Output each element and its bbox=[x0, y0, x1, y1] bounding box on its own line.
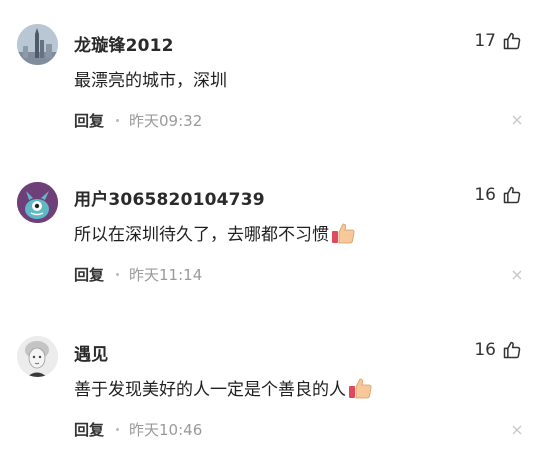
comment-item: 用户3065820104739 16 所以在深圳待久了，去哪都不习惯 回复 昨天… bbox=[0, 156, 550, 306]
separator-dot bbox=[116, 119, 120, 122]
like-counter[interactable]: 16 bbox=[474, 340, 522, 360]
cartoon-monster-icon bbox=[17, 182, 58, 223]
reply-button[interactable]: 回复 bbox=[74, 110, 104, 131]
thumbs-up-emoji-icon bbox=[349, 378, 372, 398]
username[interactable]: 龙璇锋2012 bbox=[74, 31, 174, 56]
comment-meta: 回复 昨天09:32 bbox=[74, 110, 202, 131]
avatar[interactable] bbox=[17, 336, 58, 377]
like-counter[interactable]: 17 bbox=[474, 31, 522, 51]
timestamp: 昨天11:14 bbox=[129, 266, 203, 284]
comment-text: 所以在深圳待久了，去哪都不习惯 bbox=[74, 220, 355, 245]
username[interactable]: 遇见 bbox=[74, 340, 108, 365]
comment-text-content: 所以在深圳待久了，去哪都不习惯 bbox=[74, 225, 329, 245]
thumbs-up-emoji-icon bbox=[332, 223, 355, 243]
comment-item: 遇见 16 善于发现美好的人一定是个善良的人 回复 昨天10:46 bbox=[0, 311, 550, 461]
thumbs-up-icon bbox=[503, 341, 521, 359]
avatar[interactable] bbox=[17, 182, 58, 223]
comment-text: 善于发现美好的人一定是个善良的人 bbox=[74, 375, 372, 400]
thumbs-up-icon bbox=[503, 186, 521, 204]
separator-dot bbox=[116, 273, 120, 276]
comment-text-content: 善于发现美好的人一定是个善良的人 bbox=[74, 380, 346, 400]
close-icon[interactable] bbox=[511, 269, 523, 281]
city-tower-icon bbox=[17, 24, 58, 65]
like-count: 16 bbox=[474, 340, 496, 360]
close-icon[interactable] bbox=[511, 114, 523, 126]
sketch-portrait-icon bbox=[17, 336, 58, 377]
comment-text: 最漂亮的城市，深圳 bbox=[74, 66, 227, 91]
close-icon[interactable] bbox=[511, 424, 523, 436]
timestamp: 昨天09:32 bbox=[129, 112, 203, 130]
like-counter[interactable]: 16 bbox=[474, 185, 522, 205]
comment-meta: 回复 昨天10:46 bbox=[74, 419, 202, 440]
comment-text-content: 最漂亮的城市，深圳 bbox=[74, 71, 227, 91]
reply-button[interactable]: 回复 bbox=[74, 264, 104, 285]
comment-meta: 回复 昨天11:14 bbox=[74, 264, 202, 285]
timestamp: 昨天10:46 bbox=[129, 421, 203, 439]
separator-dot bbox=[116, 428, 120, 431]
username[interactable]: 用户3065820104739 bbox=[74, 185, 265, 210]
thumbs-up-icon bbox=[503, 32, 521, 50]
like-count: 16 bbox=[474, 185, 496, 205]
comment-item: 龙璇锋2012 17 最漂亮的城市，深圳 回复 昨天09:32 bbox=[0, 0, 550, 150]
like-count: 17 bbox=[474, 31, 496, 51]
avatar[interactable] bbox=[17, 24, 58, 65]
reply-button[interactable]: 回复 bbox=[74, 419, 104, 440]
